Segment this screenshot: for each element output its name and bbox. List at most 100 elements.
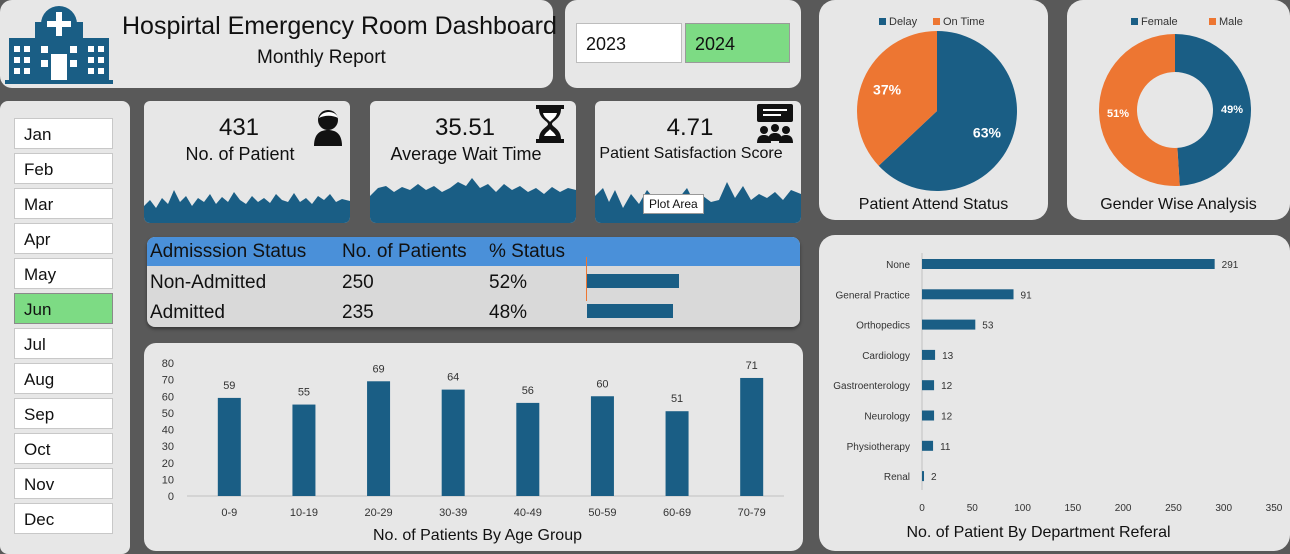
- y-tick-label: 10: [162, 474, 174, 486]
- age-group-bar-chart: 0 10 20 30 40 50 60 70 80 59 0-9 55 10-19 69 20-29 64 30…: [162, 358, 784, 519]
- admission-databar: [587, 274, 679, 288]
- kpi-satisfaction-card: 4.71 Patient Satisfaction Score Plot Are…: [595, 101, 801, 223]
- data-label: 13: [942, 351, 954, 362]
- data-label: 53: [982, 321, 994, 332]
- x-tick-label: 50: [967, 503, 979, 514]
- hourglass-icon: [536, 105, 564, 143]
- month-oct-button[interactable]: Oct: [14, 433, 113, 464]
- month-apr-button[interactable]: Apr: [14, 223, 113, 254]
- month-may-button[interactable]: May: [14, 258, 113, 289]
- data-label: 71: [746, 360, 758, 372]
- month-aug-button[interactable]: Aug: [14, 363, 113, 394]
- pie-data-label: 63%: [973, 125, 1002, 141]
- y-tick-label: 70: [162, 375, 174, 387]
- admission-table-header: Admisssion Status No. of Patients % Stat…: [147, 237, 800, 266]
- title-panel: Hospirtal Emergency Room Dashboard Month…: [0, 0, 557, 88]
- month-sep-button[interactable]: Sep: [14, 398, 113, 429]
- data-label: 11: [940, 442, 951, 453]
- x-tick-label: 350: [1266, 503, 1283, 514]
- age-group-chart-panel: 0 10 20 30 40 50 60 70 80 59 0-9 55 10-19 69 20-29 64 30…: [144, 343, 803, 551]
- month-nov-button[interactable]: Nov: [14, 468, 113, 499]
- y-tick-label: 60: [162, 391, 174, 403]
- y-tick-label: Cardiology: [862, 351, 910, 362]
- bar: [922, 349, 936, 360]
- month-jun-button[interactable]: Jun: [14, 293, 113, 324]
- legend-label: On Time: [943, 16, 985, 28]
- pie-data-label: 51%: [1107, 108, 1129, 120]
- legend-swatch: [1209, 18, 1216, 25]
- gender-analysis-title: Gender Wise Analysis: [1100, 196, 1257, 213]
- admission-row-status: Non-Admitted: [150, 272, 267, 293]
- x-tick-label: 40-49: [514, 507, 542, 519]
- legend-label: Male: [1219, 16, 1243, 28]
- data-label: 91: [1021, 290, 1033, 301]
- bar: [922, 410, 935, 421]
- department-chart-title: No. of Patient By Department Referal: [906, 524, 1171, 541]
- x-tick-label: 70-79: [738, 507, 766, 519]
- y-tick-label: 50: [162, 408, 174, 420]
- kpi-satisfaction-label: Patient Satisfaction Score: [599, 145, 783, 162]
- admission-databar: [587, 304, 674, 318]
- legend-label: Female: [1141, 16, 1178, 28]
- admission-row-pct: 48%: [489, 302, 528, 323]
- bar: [441, 389, 465, 496]
- y-tick-label: None: [886, 260, 910, 271]
- feedback-icon: [757, 104, 793, 143]
- month-feb-button[interactable]: Feb: [14, 153, 113, 184]
- bar: [367, 381, 391, 496]
- month-jan-button[interactable]: Jan: [14, 118, 113, 149]
- department-referral-bar-chart: None 291 General Practice 91 Orthopedics 53 Ca…: [833, 253, 1283, 514]
- bar: [665, 411, 689, 496]
- y-tick-label: Renal: [884, 472, 910, 483]
- year-2023-button[interactable]: 2023: [576, 23, 682, 63]
- bar: [217, 397, 241, 496]
- table-row: Admitted 235 48%: [147, 296, 800, 326]
- admission-header-count: No. of Patients: [342, 241, 467, 262]
- bar: [922, 289, 1014, 300]
- data-label: 69: [372, 363, 384, 375]
- y-tick-label: Gastroenterology: [833, 381, 910, 392]
- bar: [292, 404, 316, 496]
- data-label: 56: [522, 385, 534, 397]
- age-group-chart-title: No. of Patients By Age Group: [372, 527, 582, 544]
- pie-data-label: 37%: [873, 81, 902, 97]
- legend-swatch: [933, 18, 940, 25]
- y-tick-label: 30: [162, 441, 174, 453]
- legend-swatch: [879, 18, 886, 25]
- department-chart-panel: None 291 General Practice 91 Orthopedics 53 Ca…: [819, 235, 1290, 551]
- y-tick-label: Physiotherapy: [847, 442, 910, 453]
- month-mar-button[interactable]: Mar: [14, 188, 113, 219]
- kpi-wait-time-label: Average Wait Time: [390, 144, 542, 164]
- data-label: 291: [1222, 260, 1239, 271]
- bar: [922, 380, 935, 391]
- pie-data-label: 49%: [1221, 104, 1243, 116]
- x-tick-label: 0: [919, 503, 925, 514]
- plot-area-tooltip: Plot Area: [643, 194, 704, 214]
- month-dec-button[interactable]: Dec: [14, 503, 113, 534]
- data-label: 12: [941, 412, 953, 423]
- bar: [922, 440, 934, 451]
- legend-swatch: [1131, 18, 1138, 25]
- patient-icon: [314, 110, 342, 146]
- admission-row-pct: 52%: [489, 272, 528, 293]
- x-tick-label: 60-69: [663, 507, 691, 519]
- x-tick-label: 300: [1215, 503, 1232, 514]
- data-label: 64: [447, 372, 459, 384]
- bar: [516, 402, 540, 496]
- admission-row-count: 250: [342, 272, 374, 293]
- gender-analysis-panel: Female Male 49% 51% Gender Wise Analysis: [1067, 0, 1290, 220]
- y-tick-label: 80: [162, 358, 174, 370]
- year-2024-button[interactable]: 2024: [685, 23, 790, 63]
- data-label: 51: [671, 393, 683, 405]
- kpi-patients-label: No. of Patient: [185, 144, 295, 164]
- page-subtitle: Monthly Report: [257, 47, 386, 68]
- bar: [922, 259, 1215, 269]
- admission-row-status: Admitted: [150, 302, 225, 323]
- year-slicer-panel: 2023 2024: [565, 0, 801, 88]
- month-jul-button[interactable]: Jul: [14, 328, 113, 359]
- admission-header-pct: % Status: [489, 241, 566, 262]
- y-tick-label: 20: [162, 458, 174, 470]
- bar: [922, 319, 976, 330]
- data-label: 59: [223, 380, 235, 392]
- y-tick-label: 40: [162, 425, 174, 437]
